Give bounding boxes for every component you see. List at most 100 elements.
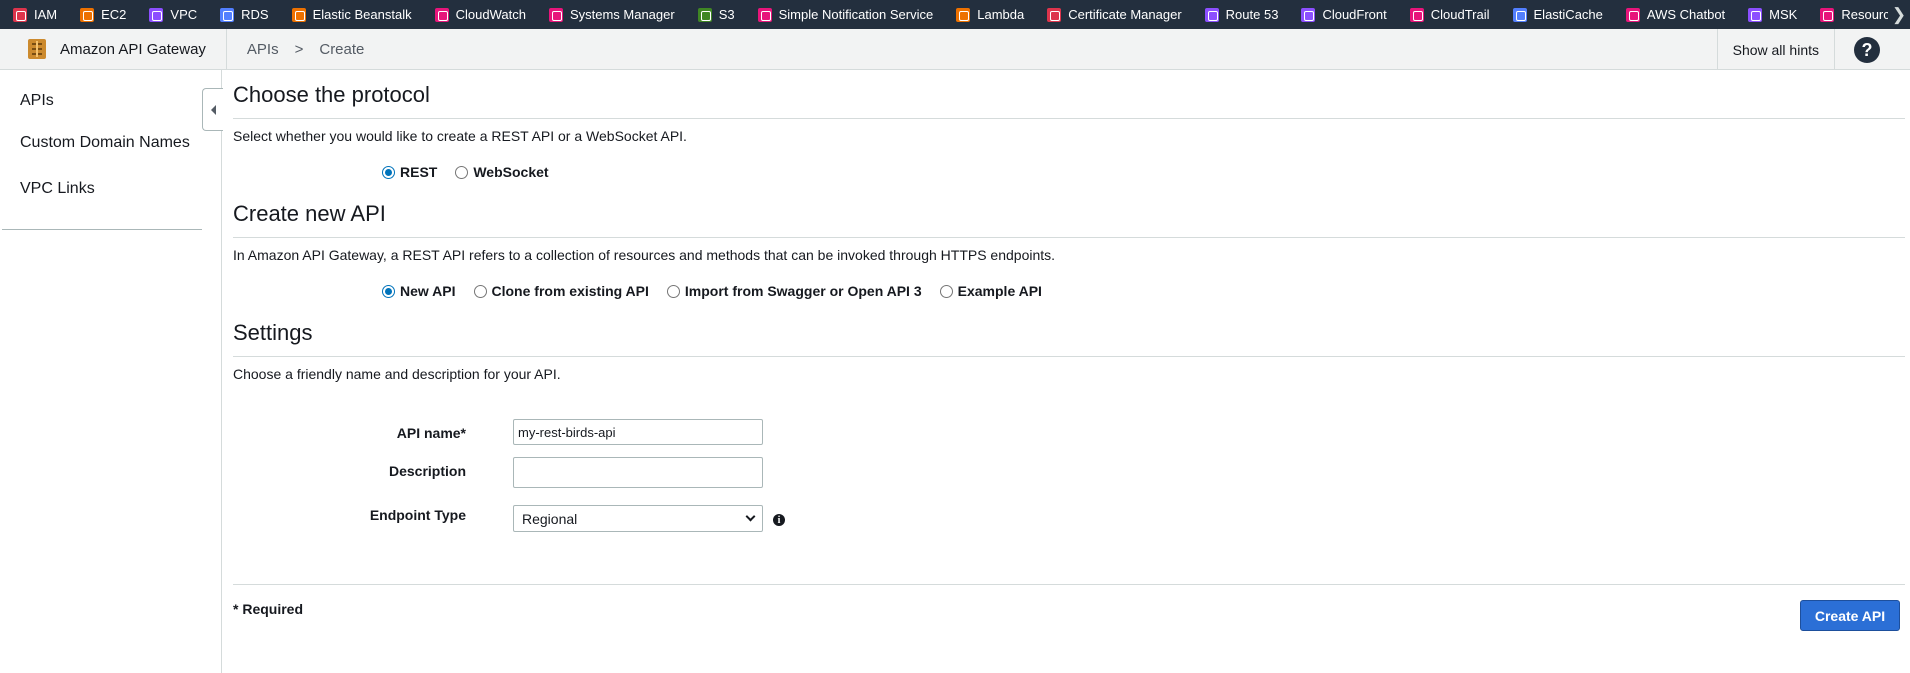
radio-button[interactable]	[382, 165, 395, 179]
section-divider	[233, 118, 1905, 119]
service-label: ElastiCache	[1533, 7, 1603, 22]
route53-icon	[1204, 7, 1219, 22]
service-label: Elastic Beanstalk	[312, 7, 412, 22]
service-label: EC2	[101, 7, 127, 22]
service-shortcut-vpc[interactable]: VPC	[136, 0, 207, 29]
radio-new-api[interactable]: New API	[382, 283, 456, 299]
create-api-button[interactable]: Create API	[1800, 600, 1900, 631]
section-title-settings: Settings	[233, 320, 313, 345]
service-label: AWS Chatbot	[1646, 7, 1726, 22]
service-label: IAM	[34, 7, 58, 22]
service-label: VPC	[170, 7, 198, 22]
section-divider	[233, 356, 1905, 357]
service-label: Certificate Manager	[1068, 7, 1182, 22]
service-label: Lambda	[977, 7, 1025, 22]
radio-label: WebSocket	[473, 164, 549, 180]
main-content: Choose the protocol Select whether you w…	[233, 70, 1905, 673]
settings-description: Choose a friendly name and description f…	[233, 366, 561, 382]
sidebar-item-apis[interactable]: APIs	[20, 92, 54, 110]
endpoint-type-label: Endpoint Type	[369, 507, 466, 523]
radio-clone-existing-api[interactable]: Clone from existing API	[473, 283, 649, 299]
service-shortcut-route53[interactable]: Route 53	[1192, 0, 1289, 29]
cloudtrail-icon	[1409, 7, 1424, 22]
radio-button[interactable]	[455, 165, 469, 179]
service-shortcut-elasticache[interactable]: ElastiCache	[1500, 0, 1613, 29]
services-bar: IAM EC2 VPC RDS Elastic Beanstalk CloudW…	[0, 0, 1910, 29]
footer-divider	[233, 584, 1905, 585]
service-shortcut-cloudtrail[interactable]: CloudTrail	[1397, 0, 1500, 29]
service-shortcut-cloudfront[interactable]: CloudFront	[1288, 0, 1396, 29]
service-label: CloudTrail	[1430, 7, 1490, 22]
service-name: Amazon API Gateway	[60, 40, 206, 58]
radio-import-swagger[interactable]: Import from Swagger or Open API 3	[666, 283, 922, 299]
elastic-beanstalk-icon	[291, 7, 306, 22]
breadcrumb: APIs > Create	[227, 29, 364, 70]
radio-label: New API	[400, 283, 456, 299]
info-icon[interactable]: i	[773, 514, 785, 526]
radio-button[interactable]	[666, 284, 680, 298]
radio-label: REST	[400, 164, 438, 180]
service-shortcut-iam[interactable]: IAM	[0, 0, 67, 29]
service-shortcut-elastic-beanstalk[interactable]: Elastic Beanstalk	[279, 0, 422, 29]
vpc-icon	[149, 7, 164, 22]
radio-rest[interactable]: REST	[382, 164, 437, 180]
radio-button[interactable]	[473, 284, 487, 298]
rds-icon	[220, 7, 235, 22]
service-shortcut-rds[interactable]: RDS	[207, 0, 278, 29]
service-label: Route 53	[1225, 7, 1279, 22]
sidebar-item-custom-domain-names[interactable]: Custom Domain Names	[20, 134, 190, 152]
radio-button[interactable]	[382, 284, 395, 298]
service-label: RDS	[241, 7, 269, 22]
service-shortcut-msk[interactable]: MSK	[1735, 0, 1807, 29]
description-label: Description	[388, 463, 466, 479]
breadcrumb-apis[interactable]: APIs	[247, 41, 279, 58]
sidebar: APIs Custom Domain Names VPC Links	[0, 70, 222, 673]
chatbot-icon	[1625, 7, 1640, 22]
service-shortcut-chatbot[interactable]: AWS Chatbot	[1613, 0, 1735, 29]
sns-icon	[757, 7, 772, 22]
show-all-hints-button[interactable]: Show all hints	[1716, 29, 1835, 70]
section-divider	[233, 237, 1905, 238]
service-shortcut-systems-manager[interactable]: Systems Manager	[536, 0, 685, 29]
cloudwatch-icon	[434, 7, 449, 22]
chevron-right-icon[interactable]: ❯	[1888, 0, 1910, 29]
chevron-down-icon	[745, 511, 756, 522]
endpoint-type-select[interactable]: Regional	[513, 505, 763, 532]
api-name-label: API name*	[396, 425, 466, 441]
create-new-api-description: In Amazon API Gateway, a REST API refers…	[233, 247, 1056, 263]
description-input[interactable]	[513, 457, 763, 488]
api-gateway-logo-icon	[26, 37, 48, 61]
radio-label: Import from Swagger or Open API 3	[684, 283, 922, 299]
service-label: MSK	[1769, 7, 1798, 22]
service-shortcut-certificate-manager[interactable]: Certificate Manager	[1034, 0, 1191, 29]
certificate-manager-icon	[1047, 7, 1062, 22]
collapse-sidebar-button[interactable]	[202, 88, 223, 131]
sidebar-divider	[2, 229, 202, 230]
service-shortcut-ec2[interactable]: EC2	[67, 0, 136, 29]
help-icon[interactable]: ?	[1854, 37, 1880, 63]
iam-icon	[13, 7, 27, 22]
service-shortcut-cloudwatch[interactable]: CloudWatch	[422, 0, 536, 29]
msk-icon	[1748, 7, 1763, 22]
service-shortcut-lambda[interactable]: Lambda	[943, 0, 1034, 29]
radio-example-api[interactable]: Example API	[939, 283, 1042, 299]
resource-groups-icon	[1820, 7, 1835, 22]
required-note: * Required	[233, 601, 304, 617]
lambda-icon	[956, 7, 971, 22]
systems-manager-icon	[548, 7, 563, 22]
sidebar-item-vpc-links[interactable]: VPC Links	[20, 180, 95, 198]
service-label: CloudWatch	[455, 7, 526, 22]
protocol-radio-group: REST WebSocket	[382, 164, 567, 180]
breadcrumb-separator: >	[294, 40, 304, 58]
service-home-link[interactable]: Amazon API Gateway	[0, 28, 227, 70]
service-shortcut-s3[interactable]: S3	[685, 0, 745, 29]
radio-button[interactable]	[939, 284, 953, 298]
console-header: Amazon API Gateway APIs > Create Show al…	[0, 28, 1910, 70]
section-title-protocol: Choose the protocol	[233, 82, 430, 107]
api-name-input[interactable]: my-rest-birds-api	[513, 419, 763, 445]
api-source-radio-group: New API Clone from existing API Import f…	[382, 283, 1060, 299]
service-label: CloudFront	[1322, 7, 1387, 22]
breadcrumb-current: Create	[319, 40, 365, 58]
radio-websocket[interactable]: WebSocket	[455, 164, 549, 180]
service-shortcut-sns[interactable]: Simple Notification Service	[745, 0, 944, 29]
